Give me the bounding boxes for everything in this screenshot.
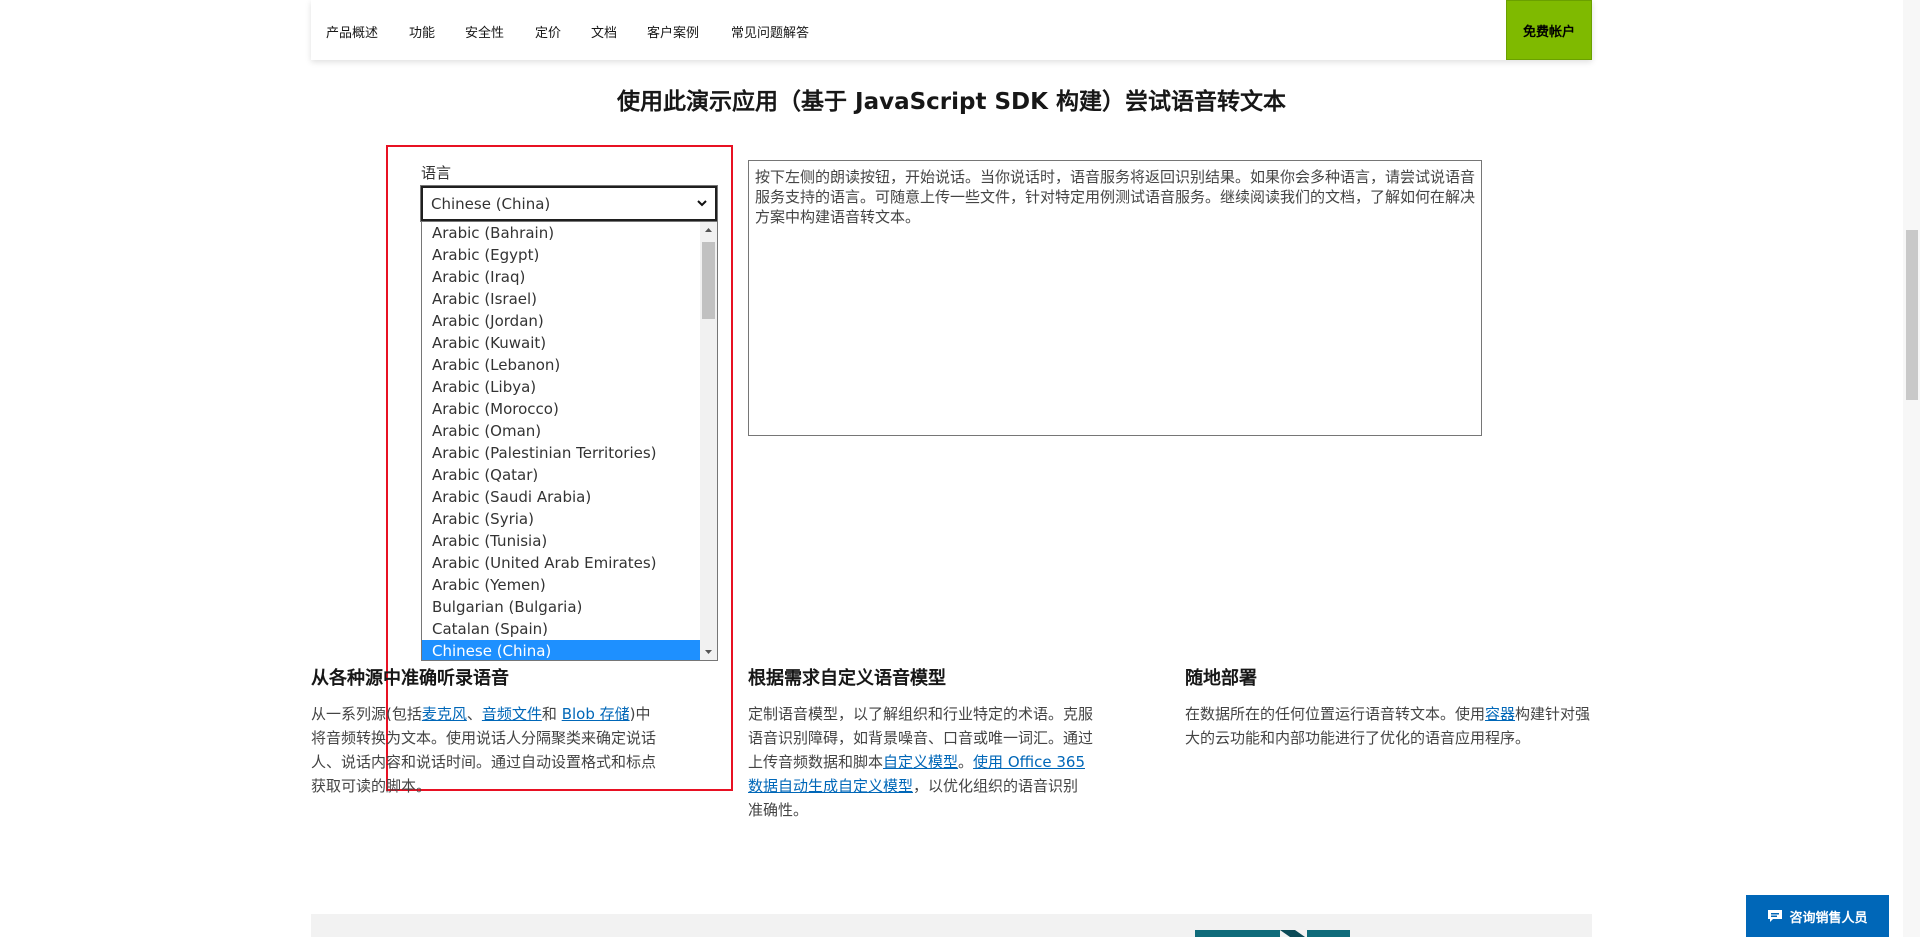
nav-item-security[interactable]: 安全性	[465, 22, 504, 41]
nav-item-faq[interactable]: 常见问题解答	[731, 22, 809, 41]
feature-description: 从一系列源(包括麦克风、音频文件和 Blob 存储)中将音频转换为文本。使用说话…	[311, 705, 657, 795]
page-scrollbar[interactable]	[1903, 0, 1920, 937]
feature-description: 定制语音模型，以了解组织和行业特定的术语。克服语音识别障碍，如背景噪音、口音或唯…	[748, 705, 1094, 819]
feature-customize: 根据需求自定义语音模型 定制语音模型，以了解组织和行业特定的术语。克服语音识别障…	[748, 664, 1093, 822]
feature-title: 随地部署	[1185, 668, 1257, 689]
page-scrollbar-thumb[interactable]	[1906, 230, 1918, 400]
contact-sales-button[interactable]: 咨询销售人员	[1746, 895, 1889, 937]
feature-transcribe: 从各种源中准确听录语音 从一系列源(包括麦克风、音频文件和 Blob 存储)中将…	[311, 664, 656, 798]
nav-item-docs[interactable]: 文档	[591, 22, 617, 41]
nav-item-pricing[interactable]: 定价	[535, 22, 561, 41]
top-nav: 产品概述 功能 安全性 定价 文档 客户案例 常见问题解答 免费帐户	[311, 0, 1592, 60]
link-audio-files[interactable]: 音频文件	[482, 705, 542, 723]
transcript-output[interactable]: 按下左侧的朗读按钮，开始说话。当你说话时，语音服务将返回识别结果。如果你会多种语…	[748, 160, 1482, 436]
feature-deploy: 随地部署 在数据所在的任何位置运行语音转文本。使用容器构建针对强大的云功能和内部…	[1185, 664, 1591, 750]
nav-item-customers[interactable]: 客户案例	[647, 22, 699, 41]
feature-title: 根据需求自定义语音模型	[748, 668, 946, 689]
link-blob-storage[interactable]: Blob 存储	[562, 705, 630, 723]
nav-item-features[interactable]: 功能	[409, 22, 435, 41]
feature-description: 在数据所在的任何位置运行语音转文本。使用容器构建针对强大的云功能和内部功能进行了…	[1185, 705, 1591, 747]
bottom-section	[311, 914, 1592, 937]
chat-icon	[1768, 910, 1783, 922]
link-microphone[interactable]: 麦克风	[422, 705, 467, 723]
free-account-button[interactable]: 免费帐户	[1506, 0, 1592, 60]
link-custom-model[interactable]: 自定义模型	[883, 753, 958, 771]
link-containers[interactable]: 容器	[1485, 705, 1515, 723]
decorative-graphic	[1195, 930, 1350, 937]
contact-sales-label: 咨询销售人员	[1789, 910, 1868, 926]
feature-title: 从各种源中准确听录语音	[311, 668, 509, 689]
nav-item-overview[interactable]: 产品概述	[326, 22, 378, 41]
demo-title: 使用此演示应用（基于 JavaScript SDK 构建）尝试语音转文本	[617, 89, 1286, 115]
